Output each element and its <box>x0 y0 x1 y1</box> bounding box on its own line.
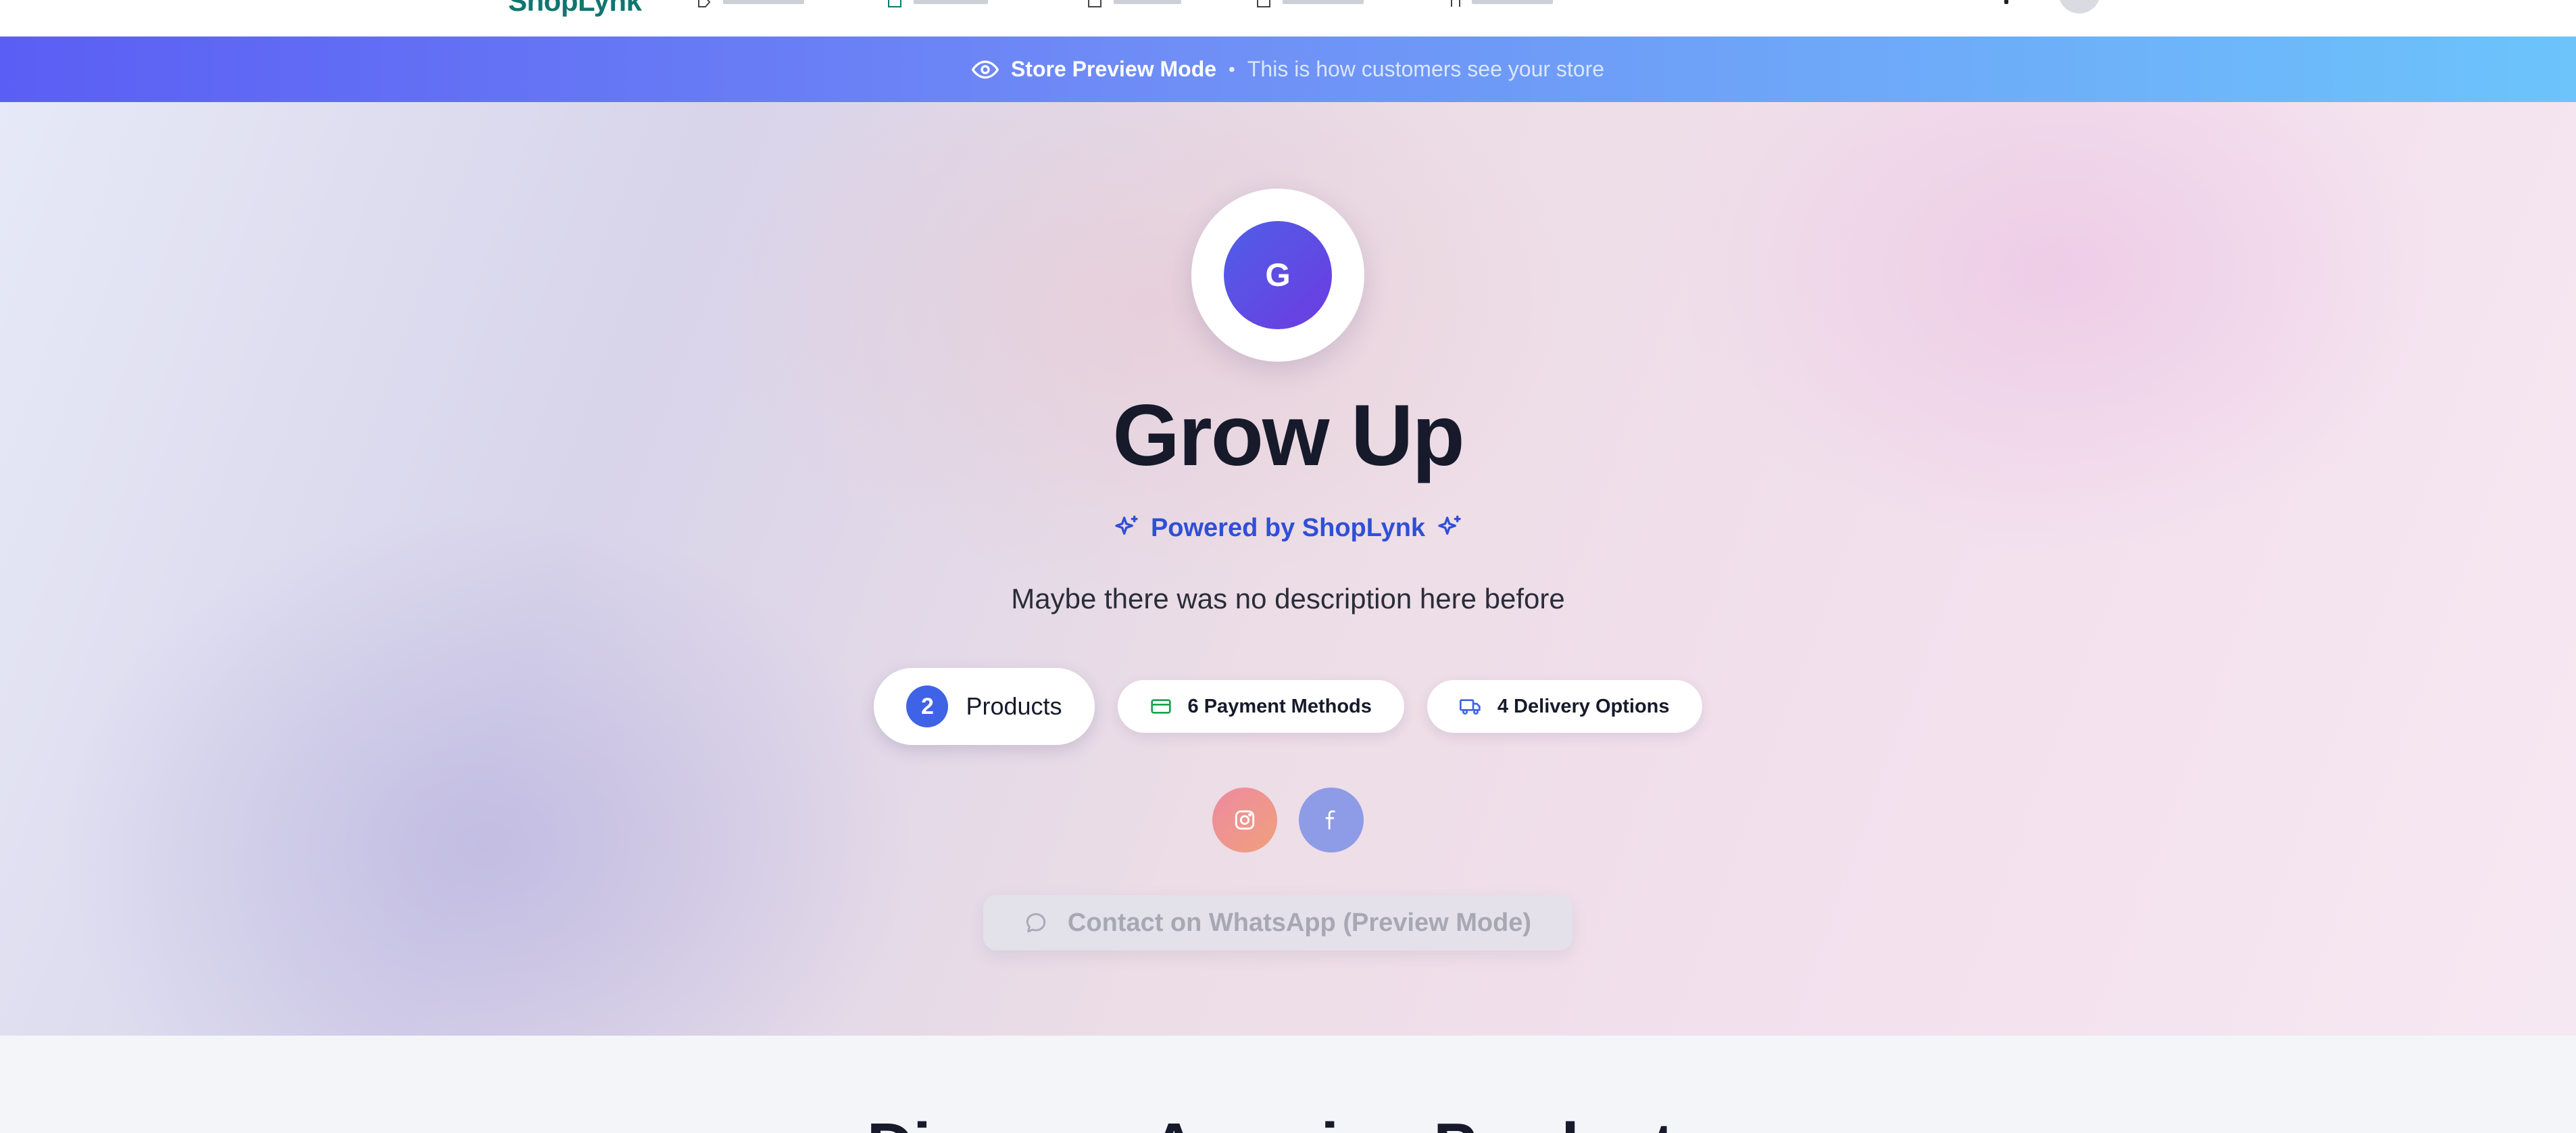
truck-icon <box>1459 699 1481 715</box>
products-count-badge: 2 <box>906 685 949 727</box>
payment-methods-label: 6 Payment Methods <box>1187 695 1372 717</box>
facebook-icon <box>1325 810 1335 830</box>
top-navbar: ShopLynk <box>0 0 2576 37</box>
store-name: Grow Up <box>1112 387 1464 484</box>
preview-banner: Store Preview Mode • This is how custome… <box>0 37 2576 102</box>
settings-icon[interactable] <box>1447 0 1464 8</box>
banner-title: Store Preview Mode <box>1010 57 1217 81</box>
sparkle-icon <box>1115 515 1138 535</box>
social-links <box>0 788 2576 854</box>
section-title: Discover Amazing Products <box>0 1114 2576 1133</box>
analytics-icon[interactable] <box>1256 0 1272 8</box>
store-icon[interactable] <box>887 0 903 8</box>
store-stats: 2 Products 6 Payment Methods 4 Delivery … <box>0 667 2576 746</box>
orders-icon[interactable] <box>1087 0 1103 8</box>
whatsapp-contact-button[interactable]: Contact on WhatsApp (Preview Mode) <box>983 895 1572 950</box>
delivery-options-label: 4 Delivery Options <box>1497 695 1670 717</box>
banner-separator: • <box>1229 58 1235 80</box>
store-description: Maybe there was no description here befo… <box>1011 583 1565 614</box>
store-logo: G <box>1191 189 1364 362</box>
delivery-options-chip[interactable]: 4 Delivery Options <box>1427 680 1702 733</box>
whatsapp-contact-label: Contact on WhatsApp (Preview Mode) <box>1067 908 1532 937</box>
nav-item-label[interactable] <box>723 0 804 4</box>
products-chip[interactable]: 2 Products <box>874 668 1095 745</box>
powered-by: Powered by ShopLynk <box>0 510 2576 546</box>
payment-methods-chip[interactable]: 6 Payment Methods <box>1117 680 1404 733</box>
instagram-button[interactable] <box>1212 788 1277 852</box>
nav-item-label[interactable] <box>1114 0 1181 4</box>
sparkle-icon <box>1438 515 1461 535</box>
powered-by-text[interactable]: Powered by ShopLynk <box>1151 514 1425 543</box>
products-section: Discover Amazing Products <box>0 1036 2576 1133</box>
nav-item-label[interactable] <box>914 0 988 4</box>
user-avatar[interactable] <box>2058 0 2100 14</box>
tag-icon[interactable] <box>696 0 712 8</box>
nav-item-label[interactable] <box>1283 0 1364 4</box>
brand-logo[interactable]: ShopLynk <box>508 0 642 18</box>
instagram-icon <box>1235 810 1255 830</box>
banner-subtitle: This is how customers see your store <box>1247 57 1605 81</box>
eye-icon <box>971 60 999 78</box>
chat-bubble-icon <box>1026 913 1046 933</box>
credit-card-icon <box>1150 699 1171 714</box>
facebook-button[interactable] <box>1299 788 1364 852</box>
products-label: Products <box>966 692 1062 720</box>
notification-icon[interactable] <box>2004 0 2008 4</box>
store-initial: G <box>1224 221 1332 329</box>
nav-item-label[interactable] <box>1472 0 1553 4</box>
store-hero: G Grow Up Powered by ShopLynk Maybe ther… <box>0 102 2576 1036</box>
